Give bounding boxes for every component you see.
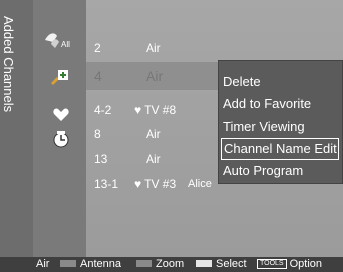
tools-button-icon: TOOLS <box>257 259 287 270</box>
side-title-panel: Added Channels <box>0 0 33 257</box>
green-key-swatch <box>136 259 152 267</box>
channel-number: 2 <box>94 41 101 55</box>
antenna-label: Antenna <box>80 258 121 270</box>
menu-item-delete[interactable]: Delete <box>221 71 341 93</box>
menu-item-add-to-favorite[interactable]: Add to Favorite <box>221 93 341 115</box>
zoom-key[interactable]: Zoom <box>136 257 184 272</box>
channel-number: 13-1 <box>94 177 119 191</box>
favorite-heart-icon: ♥ <box>134 177 142 191</box>
select-key[interactable]: Select <box>196 257 247 272</box>
red-key-swatch <box>60 259 76 267</box>
antenna-key[interactable]: Antenna <box>60 257 121 272</box>
channel-name: TV #3 <box>144 177 177 191</box>
added-channels-icon[interactable] <box>50 68 70 86</box>
channel-list-screen: Added Channels All 2 Air 4 Air 4-2 ♥ TV … <box>0 0 343 272</box>
option-label: Option <box>289 258 323 270</box>
all-filter-label: All <box>61 40 70 49</box>
channel-name: Air <box>146 127 161 141</box>
program-title: Alice <box>188 178 212 190</box>
yellow-key-swatch <box>196 259 212 267</box>
channel-number: 13 <box>94 152 108 166</box>
channel-name: TV #8 <box>144 103 177 117</box>
channel-number: 4-2 <box>94 103 112 117</box>
tools-context-menu: Delete Add to Favorite Timer Viewing Cha… <box>218 60 343 184</box>
menu-item-timer-viewing[interactable]: Timer Viewing <box>221 116 341 138</box>
all-icon[interactable]: All <box>43 30 73 50</box>
panel-title: Added Channels <box>1 16 16 113</box>
channel-name: Air <box>146 152 161 166</box>
channel-row[interactable]: 2 Air <box>86 34 343 62</box>
channel-name: Air <box>146 68 164 84</box>
channel-number: 4 <box>94 68 102 84</box>
source-label: Air <box>36 258 50 270</box>
menu-item-auto-program[interactable]: Auto Program <box>221 160 341 182</box>
programmed-icon[interactable] <box>52 130 70 148</box>
channel-name: Air <box>146 41 161 55</box>
channel-name-favorite: ♥ TV #3 <box>134 177 176 191</box>
menu-item-channel-name-edit[interactable]: Channel Name Edit <box>221 138 339 160</box>
channel-number: 8 <box>94 127 101 141</box>
zoom-label: Zoom <box>156 258 185 270</box>
select-label: Select <box>216 258 247 270</box>
favorite-heart-icon: ♥ <box>134 103 142 117</box>
favorite-icon[interactable] <box>53 108 69 122</box>
channel-name-favorite: ♥ TV #8 <box>134 103 176 117</box>
tools-key[interactable]: TOOLS Option <box>257 257 322 272</box>
filter-icon-column: All <box>33 0 86 257</box>
bottom-key-guide: Air Antenna Zoom Select TOOLS Option <box>0 257 343 272</box>
